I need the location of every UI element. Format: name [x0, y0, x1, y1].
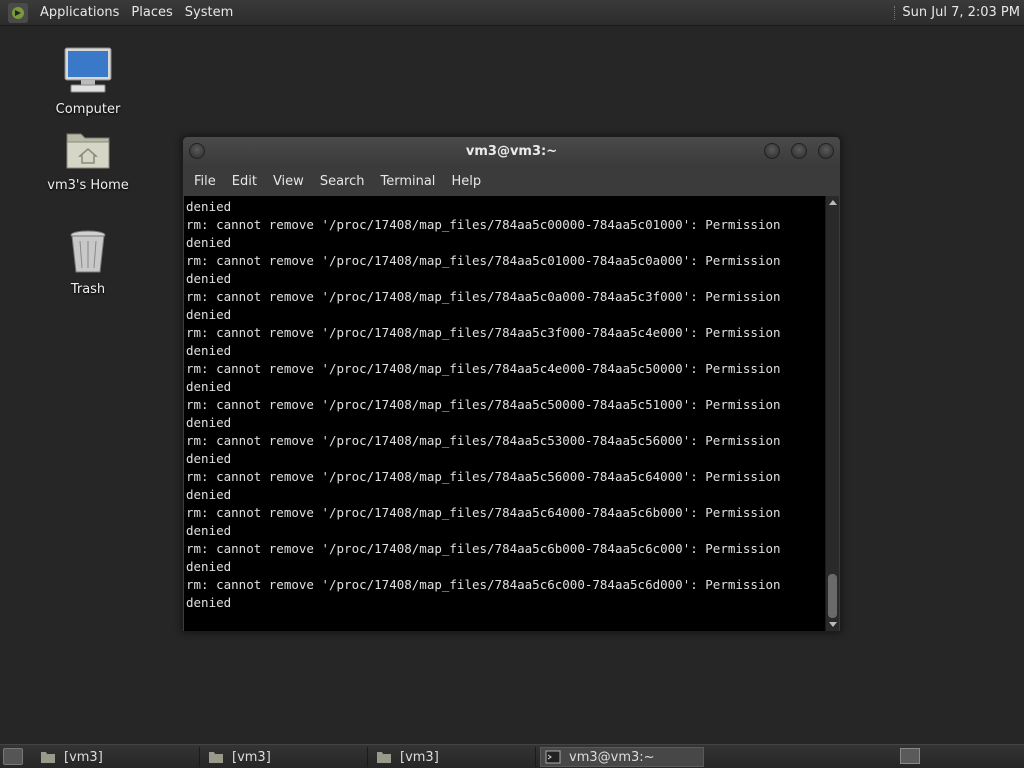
computer-icon	[64, 47, 112, 93]
terminal-line: denied	[186, 379, 232, 394]
taskbar-item[interactable]: [vm3]	[204, 747, 368, 767]
terminal-line: rm: cannot remove '/proc/17408/map_files…	[186, 577, 781, 592]
taskbar-item-label: [vm3]	[400, 749, 439, 765]
scroll-up-icon[interactable]	[829, 200, 837, 205]
home-folder-icon	[66, 133, 110, 169]
desktop-icon-trash[interactable]: Trash	[38, 228, 138, 297]
terminal-line: denied	[186, 559, 232, 574]
terminal-output[interactable]: denied rm: cannot remove '/proc/17408/map…	[184, 196, 826, 631]
terminal-line: rm: cannot remove '/proc/17408/map_files…	[186, 397, 781, 412]
trash-icon	[70, 230, 106, 273]
terminal-line: rm: cannot remove '/proc/17408/map_files…	[186, 541, 781, 556]
terminal-window: vm3@vm3:~ File Edit View Search Terminal…	[182, 136, 841, 632]
taskbar-item-active[interactable]: vm3@vm3:~	[540, 747, 704, 767]
panel-separator	[894, 6, 898, 20]
menu-help[interactable]: Help	[444, 174, 488, 189]
menu-search[interactable]: Search	[313, 174, 372, 189]
terminal-icon	[545, 750, 561, 764]
desktop-icon-computer[interactable]: Computer	[38, 46, 138, 117]
show-desktop-button[interactable]	[3, 748, 23, 765]
terminal-line: denied	[186, 487, 232, 502]
terminal-line: denied	[186, 415, 232, 430]
terminal-line: rm: cannot remove '/proc/17408/map_files…	[186, 325, 781, 340]
terminal-line: denied	[186, 307, 232, 322]
terminal-line: denied	[186, 523, 232, 538]
menu-system[interactable]: System	[179, 5, 239, 20]
menu-applications[interactable]: Applications	[34, 5, 125, 20]
desktop-icon-label: Computer	[55, 102, 121, 117]
terminal-line: denied	[186, 343, 232, 358]
taskbar-item-label: vm3@vm3:~	[569, 749, 655, 765]
terminal-line: rm: cannot remove '/proc/17408/map_files…	[186, 361, 781, 376]
taskbar-item[interactable]: [vm3]	[36, 747, 200, 767]
terminal-line: denied	[186, 451, 232, 466]
bottom-panel: [vm3] [vm3] [vm3] vm3@vm3:~	[0, 744, 1024, 768]
terminal-line: rm: cannot remove '/proc/17408/map_files…	[186, 505, 781, 520]
window-titlebar[interactable]: vm3@vm3:~	[183, 137, 840, 167]
maximize-button[interactable]	[791, 143, 807, 159]
taskbar-item-label: [vm3]	[232, 749, 271, 765]
terminal-line: rm: cannot remove '/proc/17408/map_files…	[186, 253, 781, 268]
terminal-line: rm: cannot remove '/proc/17408/map_files…	[186, 217, 781, 232]
menu-view[interactable]: View	[266, 174, 311, 189]
terminal-line: denied	[186, 271, 232, 286]
terminal-line: rm: cannot remove '/proc/17408/map_files…	[186, 289, 781, 304]
terminal-line: rm: cannot remove '/proc/17408/map_files…	[186, 469, 781, 484]
menu-terminal[interactable]: Terminal	[373, 174, 442, 189]
terminal-line: denied	[186, 235, 232, 250]
desktop-icon-label: vm3's Home	[47, 178, 129, 193]
distro-logo-icon[interactable]	[8, 2, 28, 23]
clock[interactable]: Sun Jul 7, 2:03 PM	[902, 5, 1020, 20]
scrollbar-thumb[interactable]	[828, 574, 837, 618]
workspace-switcher[interactable]	[900, 748, 920, 764]
menu-file[interactable]: File	[187, 174, 223, 189]
desktop-icon-label: Trash	[70, 282, 106, 297]
terminal-line: denied	[186, 595, 232, 610]
taskbar-item[interactable]: [vm3]	[372, 747, 536, 767]
desktop-icon-home[interactable]: vm3's Home	[38, 128, 138, 193]
close-button[interactable]	[818, 143, 834, 159]
scroll-down-icon[interactable]	[829, 622, 837, 627]
terminal-line: rm: cannot remove '/proc/17408/map_files…	[186, 433, 781, 448]
top-panel: Applications Places System Sun Jul 7, 2:…	[0, 0, 1024, 26]
folder-icon	[377, 752, 391, 763]
taskbar-item-label: [vm3]	[64, 749, 103, 765]
folder-icon	[209, 752, 223, 763]
terminal-line: denied	[186, 199, 232, 214]
minimize-button[interactable]	[764, 143, 780, 159]
menu-places[interactable]: Places	[125, 5, 178, 20]
terminal-menubar: File Edit View Search Terminal Help	[183, 167, 840, 195]
terminal-scrollbar[interactable]	[825, 196, 839, 631]
window-title: vm3@vm3:~	[465, 144, 558, 159]
menu-edit[interactable]: Edit	[225, 174, 264, 189]
folder-icon	[41, 752, 55, 763]
